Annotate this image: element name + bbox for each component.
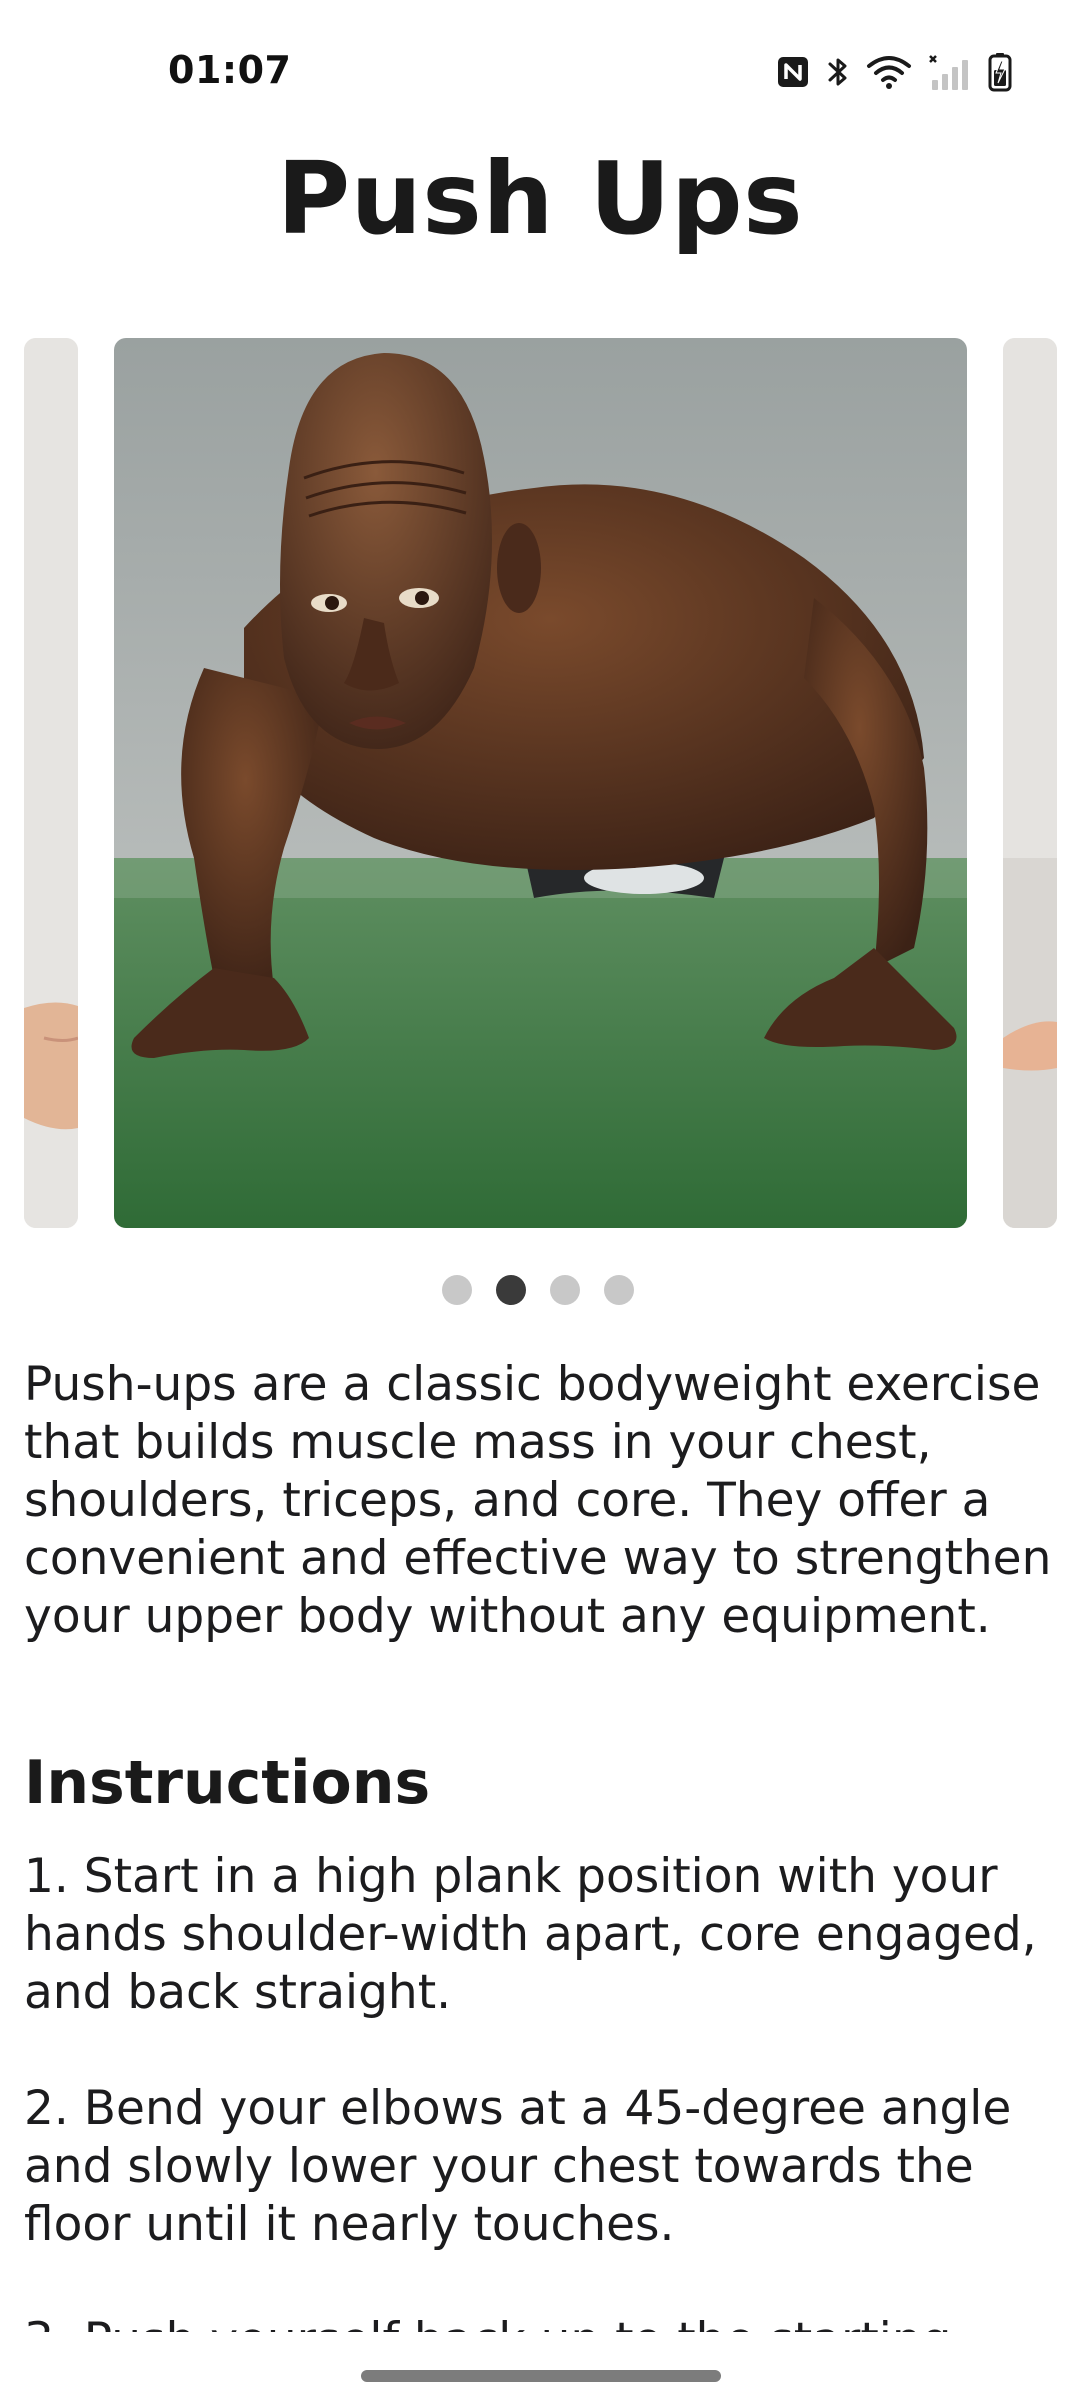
status-icons [776,50,1012,94]
page-title: Push Ups [276,140,804,257]
nfc-icon [776,55,810,89]
battery-icon [988,52,1012,92]
instructions-list: 1. Start in a high plank position with y… [24,1848,1060,2332]
exercise-detail-screen: 01:07 Push Ups Push-ups are a classic bo… [0,0,1080,2400]
instruction-step: 3. Push yourself back up to the starting… [24,2312,1060,2332]
cell-signal-icon [928,52,972,92]
carousel-pagination[interactable] [0,1275,1078,1305]
instruction-step: 2. Bend your elbows at a 45-degree angle… [24,2081,1012,2252]
instruction-step: 1. Start in a high plank position with y… [24,1849,1037,2020]
carousel-dot-active[interactable] [496,1275,526,1305]
exercise-image [114,338,967,1228]
carousel-dot[interactable] [604,1275,634,1305]
bluetooth-icon [826,54,850,90]
man-doing-push-up-image [114,338,967,1228]
wifi-icon [866,54,912,90]
carousel-dot[interactable] [442,1275,472,1305]
carousel-dot[interactable] [550,1275,580,1305]
image-carousel[interactable] [0,338,1080,1228]
status-bar: 01:07 [0,0,1080,140]
carousel-prev-slide[interactable] [24,338,78,1228]
exercise-description: Push-ups are a classic bodyweight exerci… [24,1357,1052,1644]
status-time: 01:07 [168,48,292,92]
home-indicator[interactable] [361,2370,721,2382]
instructions-heading: Instructions [24,1748,431,1818]
carousel-next-slide[interactable] [1003,338,1057,1228]
